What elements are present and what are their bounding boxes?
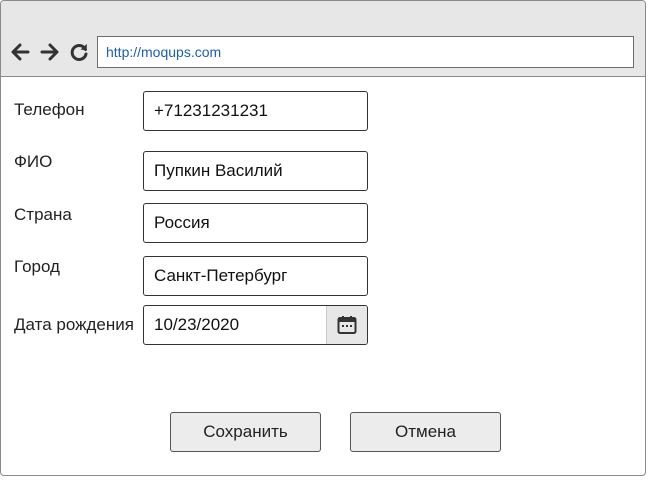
fullname-label: ФИО: [14, 152, 53, 171]
birthdate-label: Дата рождения: [14, 315, 134, 334]
phone-label: Телефон: [14, 100, 85, 119]
url-input[interactable]: http://moqups.com: [97, 36, 634, 68]
reload-icon[interactable]: [68, 41, 90, 63]
calendar-button[interactable]: [326, 306, 367, 344]
browser-toolbar: http://moqups.com: [1, 1, 645, 77]
back-arrow-icon[interactable]: [9, 41, 31, 63]
cancel-button[interactable]: Отмена: [350, 412, 501, 452]
save-button[interactable]: Сохранить: [170, 412, 321, 452]
city-field[interactable]: Санкт-Петербург: [143, 256, 368, 296]
calendar-icon: [337, 316, 357, 334]
forward-arrow-icon[interactable]: [39, 41, 61, 63]
country-field[interactable]: Россия: [143, 203, 368, 243]
browser-window: http://moqups.com Телефон +71231231231 Ф…: [0, 0, 646, 476]
birthdate-value: 10/23/2020: [154, 315, 240, 334]
fullname-field[interactable]: Пупкин Василий: [143, 151, 368, 191]
country-label: Страна: [14, 205, 72, 224]
phone-field[interactable]: +71231231231: [143, 91, 368, 131]
birthdate-field[interactable]: 10/23/2020: [143, 305, 368, 345]
city-label: Город: [14, 257, 60, 276]
